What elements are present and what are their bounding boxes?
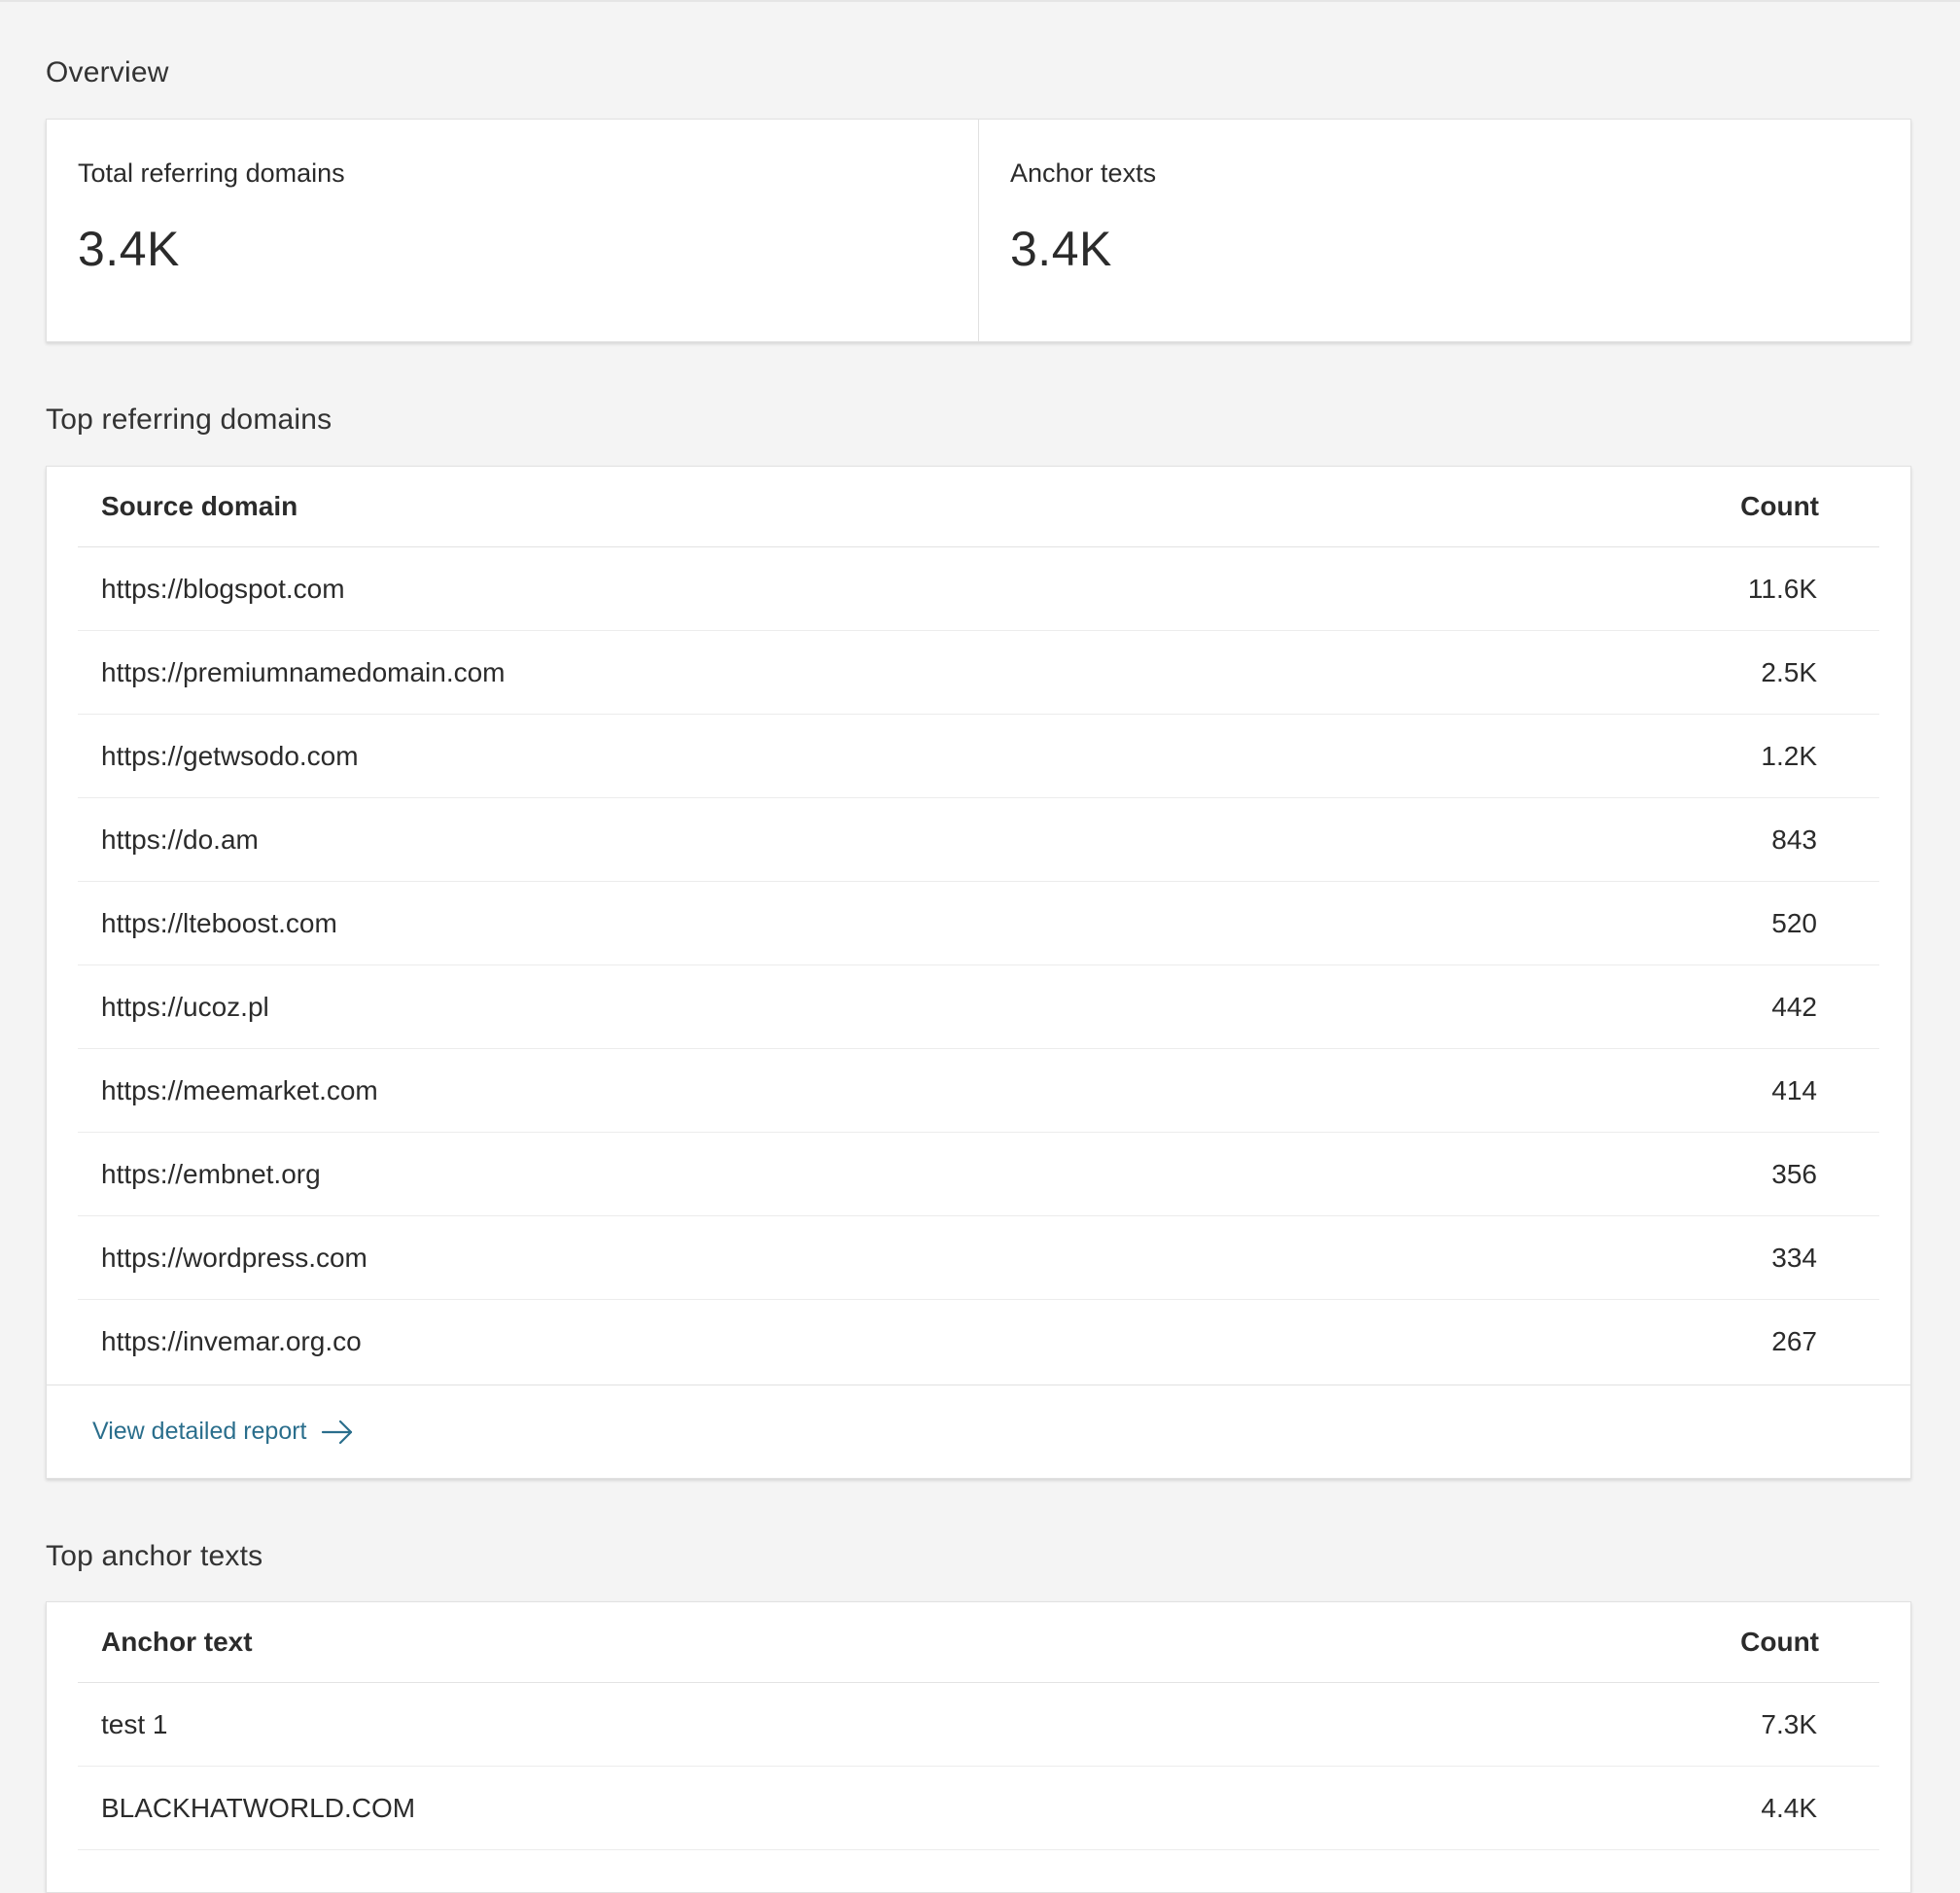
- table-row[interactable]: BLACKHATWORLD.COM 4.4K: [78, 1767, 1879, 1850]
- column-header-anchor-text: Anchor text: [101, 1627, 253, 1657]
- metric-anchor-texts: Anchor texts 3.4K: [978, 120, 1910, 341]
- table-row[interactable]: https://do.am 843: [78, 798, 1879, 882]
- top-referring-domains-title: Top referring domains: [46, 403, 332, 436]
- count-cell: 334: [1771, 1242, 1817, 1273]
- metric-value: 3.4K: [78, 222, 180, 276]
- source-domain-cell: https://invemar.org.co: [101, 1325, 362, 1356]
- source-domain-cell: https://embnet.org: [101, 1158, 321, 1189]
- table-row[interactable]: https://premiumnamedomain.com 2.5K: [78, 631, 1879, 715]
- top-anchor-texts-title: Top anchor texts: [46, 1540, 263, 1572]
- count-cell: 4.4K: [1761, 1792, 1817, 1823]
- metric-label: Total referring domains: [78, 158, 345, 188]
- count-cell: 843: [1771, 824, 1817, 855]
- anchor-text-cell: test 1: [101, 1708, 168, 1739]
- source-domain-cell: https://lteboost.com: [101, 907, 337, 938]
- anchor-text-cell: BLACKHATWORLD.COM: [101, 1792, 416, 1823]
- table-header: Source domain Count: [78, 467, 1879, 547]
- count-cell: 356: [1771, 1158, 1817, 1189]
- table-row[interactable]: https://getwsodo.com 1.2K: [78, 715, 1879, 798]
- source-domain-cell: https://wordpress.com: [101, 1242, 368, 1273]
- top-anchor-texts-card: Anchor text Count test 1 7.3K BLACKHATWO…: [46, 1601, 1911, 1893]
- metric-total-referring-domains: Total referring domains 3.4K: [47, 120, 978, 341]
- count-cell: 7.3K: [1761, 1708, 1817, 1739]
- count-cell: 520: [1771, 907, 1817, 938]
- table-row[interactable]: https://blogspot.com 11.6K: [78, 547, 1879, 631]
- view-detailed-report-label: View detailed report: [92, 1418, 307, 1445]
- overview-title: Overview: [46, 56, 169, 88]
- anchor-texts-table: Anchor text Count test 1 7.3K BLACKHATWO…: [78, 1602, 1879, 1850]
- table-row[interactable]: test 1 7.3K: [78, 1683, 1879, 1767]
- metric-value: 3.4K: [1010, 222, 1112, 276]
- table-row[interactable]: https://wordpress.com 334: [78, 1216, 1879, 1300]
- column-header-count: Count: [1740, 491, 1819, 521]
- table-row[interactable]: https://embnet.org 356: [78, 1133, 1879, 1216]
- source-domain-cell: https://do.am: [101, 824, 259, 855]
- source-domain-cell: https://premiumnamedomain.com: [101, 656, 506, 687]
- top-referring-domains-card: Source domain Count https://blogspot.com…: [46, 466, 1911, 1479]
- source-domain-cell: https://getwsodo.com: [101, 740, 359, 771]
- card-footer: View detailed report: [47, 1385, 1910, 1478]
- count-cell: 11.6K: [1747, 573, 1817, 604]
- table-row[interactable]: https://meemarket.com 414: [78, 1049, 1879, 1133]
- count-cell: 414: [1771, 1074, 1817, 1105]
- column-header-count: Count: [1740, 1627, 1819, 1657]
- source-domain-cell: https://meemarket.com: [101, 1074, 378, 1105]
- table-header: Anchor text Count: [78, 1602, 1879, 1683]
- source-domain-cell: https://ucoz.pl: [101, 991, 269, 1022]
- source-domain-cell: https://blogspot.com: [101, 573, 345, 604]
- table-row[interactable]: https://lteboost.com 520: [78, 882, 1879, 965]
- referring-domains-table: Source domain Count https://blogspot.com…: [78, 467, 1879, 1383]
- table-row[interactable]: https://ucoz.pl 442: [78, 965, 1879, 1049]
- arrow-right-icon: [321, 1420, 352, 1444]
- view-detailed-report-link[interactable]: View detailed report: [92, 1418, 354, 1446]
- count-cell: 2.5K: [1761, 656, 1817, 687]
- metric-label: Anchor texts: [1010, 158, 1157, 188]
- top-divider: [0, 0, 1960, 2]
- column-header-source-domain: Source domain: [101, 491, 298, 521]
- count-cell: 267: [1771, 1325, 1817, 1356]
- count-cell: 442: [1771, 991, 1817, 1022]
- table-row[interactable]: https://invemar.org.co 267: [78, 1300, 1879, 1383]
- count-cell: 1.2K: [1761, 740, 1817, 771]
- overview-card: Total referring domains 3.4K Anchor text…: [46, 119, 1911, 342]
